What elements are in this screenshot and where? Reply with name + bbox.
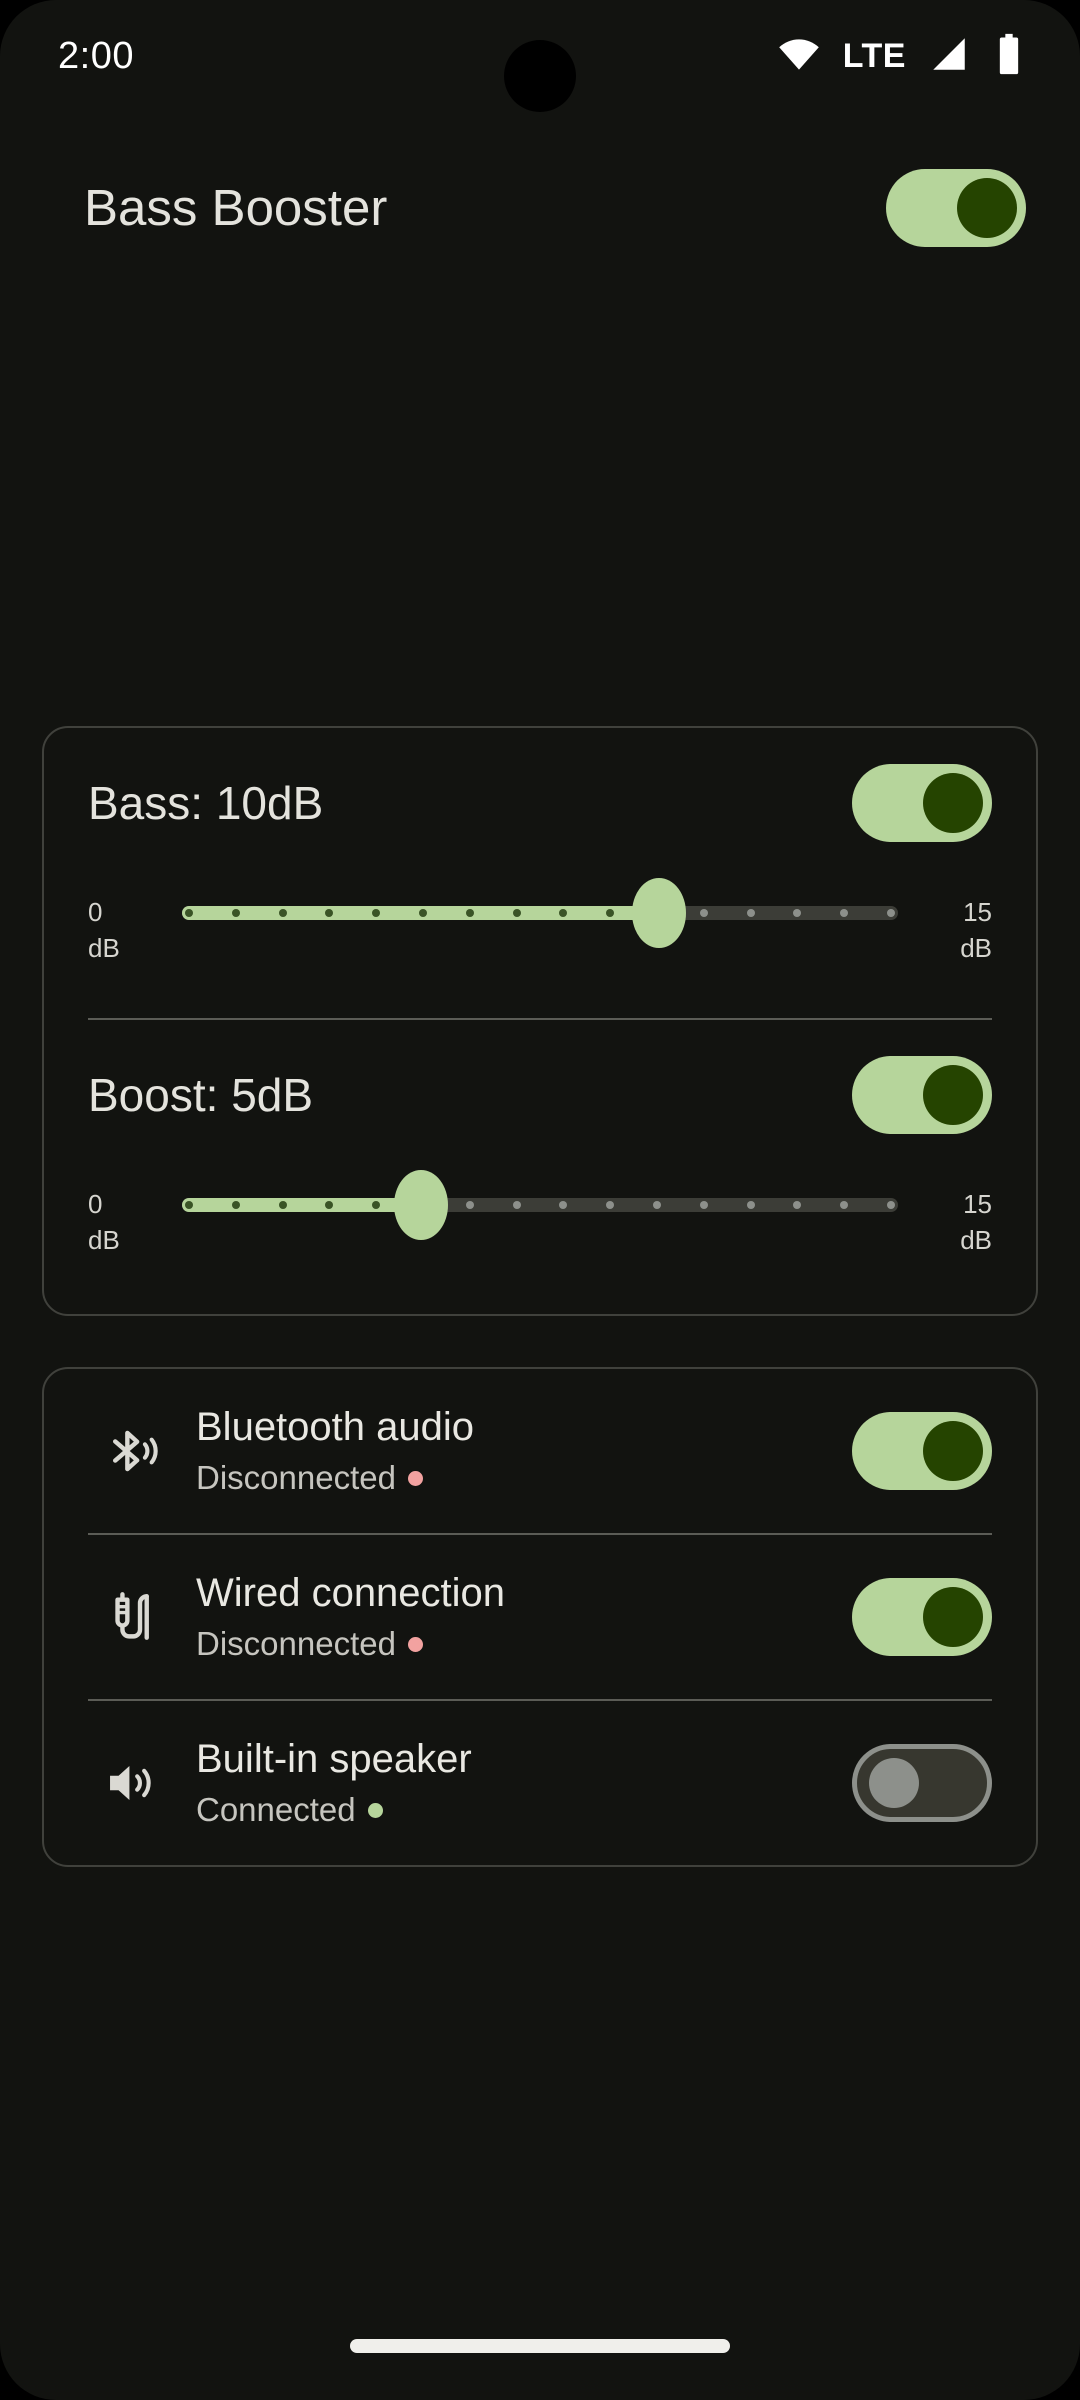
output-status-text: Disconnected [196,1459,396,1496]
bass-slider-track [182,878,898,948]
slider-tick [278,1201,287,1209]
slider-tick [465,1201,474,1209]
master-enable-toggle[interactable] [886,168,1026,247]
wifi-icon [777,32,821,81]
slider-tick [887,909,895,917]
wired-toggle[interactable] [852,1578,992,1656]
app-header: Bass Booster [0,155,1080,260]
toggle-knob [923,1421,983,1481]
slider-tick [278,909,287,917]
slider-tick [840,909,849,917]
bass-section: Bass: 10dB [44,728,1036,878]
output-status: Connected [196,1787,852,1833]
status-bar-clock: 2:00 [58,34,134,77]
slider-tick [793,909,802,917]
boost-slider-max-label: 15 dB [960,1189,992,1255]
slider-tick [512,1201,521,1209]
phone-screen: 2:00 LTE Bass Booster Bass: 10dB 0 dB 15… [0,0,1080,2400]
output-name: Bluetooth audio [196,1405,475,1449]
output-status: Disconnected [196,1455,852,1501]
toggle-knob [869,1758,919,1808]
output-name: Wired connection [196,1571,506,1615]
slider-thumb[interactable] [393,1170,448,1240]
slider-tick [512,909,521,917]
output-name: Built-in speaker [196,1737,472,1781]
slider-tick [185,909,193,917]
bass-enable-toggle[interactable] [852,764,992,842]
output-info: Bluetooth audio Disconnected [180,1401,852,1501]
bass-slider-row: 0 dB 15 dB [44,878,1036,1018]
boost-enable-toggle[interactable] [852,1056,992,1134]
slider-tick [746,1201,755,1209]
boost-label: Boost: 5dB [88,1069,314,1121]
slider-thumb[interactable] [632,878,687,948]
slider-tick [465,909,474,917]
slider-tick [372,909,381,917]
slider-tick [840,1201,849,1209]
output-status: Disconnected [196,1621,852,1667]
slider-tick [606,1201,615,1209]
boost-slider-track [182,1170,898,1240]
slider-tick [325,909,334,917]
page-title: Bass Booster [84,179,388,236]
slider-tick [887,1201,895,1209]
output-status-text: Connected [196,1791,356,1828]
output-row-wired[interactable]: Wired connection Disconnected [44,1535,1036,1699]
cellular-signal-icon [928,33,970,80]
slider-fill [182,1198,421,1212]
headphone-jack-icon [84,1586,180,1648]
slider-tick [559,909,568,917]
output-info: Built-in speaker Connected [180,1733,852,1833]
camera-punch-hole [504,40,576,112]
toggle-knob [923,1587,983,1647]
slider-tick [699,1201,708,1209]
slider-tick [231,1201,240,1209]
equalizer-card: Bass: 10dB 0 dB 15 dB Boost: 5dB 0 dB 15… [42,726,1038,1316]
slider-tick [185,1201,193,1209]
boost-slider[interactable] [182,1170,898,1240]
slider-tick [793,1201,802,1209]
status-bar-icons: LTE [777,32,1026,81]
status-dot [407,1470,423,1486]
bluetooth-toggle[interactable] [852,1412,992,1490]
speaker-icon [84,1752,180,1814]
slider-tick [606,909,615,917]
slider-tick [746,909,755,917]
bass-slider-max-label: 15 dB [960,897,992,963]
bass-slider-min-label: 0 dB [88,897,120,963]
speaker-toggle[interactable] [852,1744,992,1822]
toggle-knob [957,177,1017,238]
slider-tick [325,1201,334,1209]
output-row-bluetooth[interactable]: Bluetooth audio Disconnected [44,1369,1036,1533]
slider-tick [699,909,708,917]
bass-slider[interactable] [182,878,898,948]
toggle-knob [923,773,983,833]
status-dot [407,1636,423,1652]
bass-label: Bass: 10dB [88,777,324,829]
status-dot [367,1802,383,1818]
boost-section: Boost: 5dB [44,1020,1036,1170]
slider-tick [372,1201,381,1209]
slider-tick [559,1201,568,1209]
slider-tick [652,1201,661,1209]
boost-header: Boost: 5dB [88,1020,992,1170]
output-info: Wired connection Disconnected [180,1567,852,1667]
boost-slider-row: 0 dB 15 dB [44,1170,1036,1310]
bass-header: Bass: 10dB [88,728,992,878]
boost-slider-min-label: 0 dB [88,1189,120,1255]
gesture-nav-pill[interactable] [350,2339,730,2353]
toggle-knob [923,1065,983,1125]
audio-outputs-card: Bluetooth audio Disconnected Wired conne… [42,1367,1038,1867]
bluetooth-audio-icon [84,1420,180,1482]
network-type-label: LTE [842,36,906,75]
battery-icon [992,32,1026,81]
output-row-speaker[interactable]: Built-in speaker Connected [44,1701,1036,1865]
slider-tick [418,909,427,917]
slider-tick [231,909,240,917]
output-status-text: Disconnected [196,1625,396,1662]
